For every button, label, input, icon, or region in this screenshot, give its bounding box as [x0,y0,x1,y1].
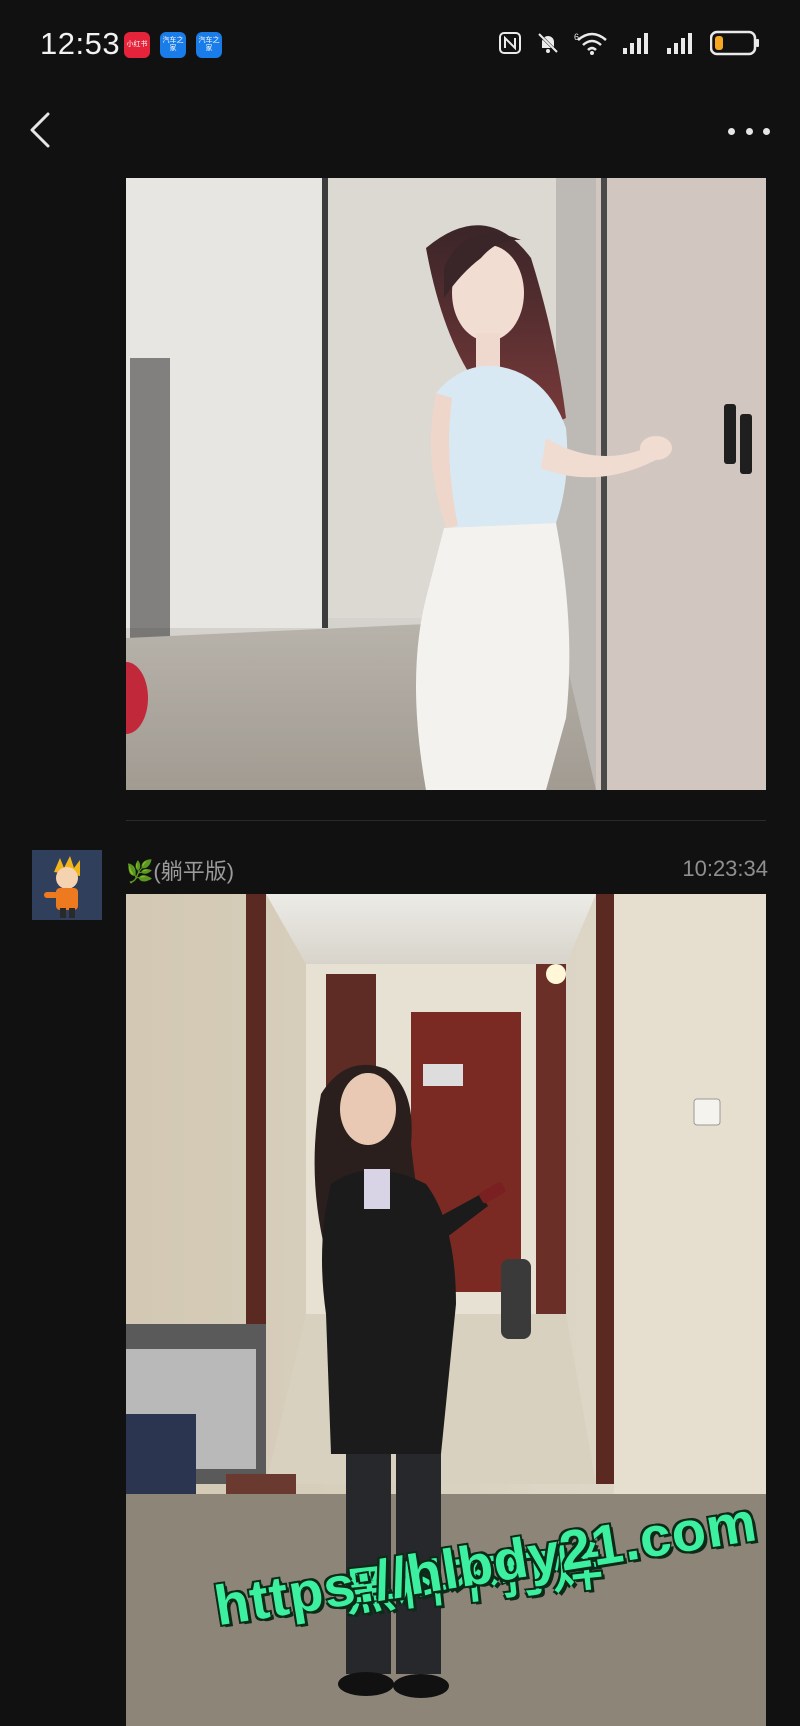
xiaohongshu-app-icon: 小红书 [124,32,150,58]
avatar[interactable] [32,850,102,920]
more-dot [745,127,753,135]
mute-bell-icon [536,31,560,55]
status-bar: 12:53 小红书 汽车之家 汽车之家 6 [0,0,800,92]
photo-image [126,178,766,790]
signal-icon [666,31,696,55]
app-badge-label: 汽车之家 [198,37,220,52]
cartoon-avatar-icon [32,850,102,920]
signal-icon [622,31,652,55]
back-button[interactable] [24,110,60,150]
svg-text:6: 6 [574,32,579,42]
app-badge-label: 汽车之家 [162,37,184,52]
status-icons: 6 [498,30,760,56]
app-badge-label: 小红书 [126,41,148,48]
nfc-icon [498,31,522,55]
message-divider [126,820,766,821]
chevron-left-icon [30,112,50,148]
more-horizontal-icon [728,127,735,135]
more-options-button[interactable] [728,116,770,146]
sender-name: 🌿(躺平版) [126,859,235,884]
chat-image-1[interactable] [126,178,766,790]
battery-low-icon [710,30,760,56]
car-app-icon: 汽车之家 [160,32,186,58]
status-time: 12:53 [40,26,121,61]
more-dot [763,127,770,135]
message-timestamp: 10:23:34 [682,856,768,881]
wifi-6-icon: 6 [574,30,608,56]
car-app-icon: 汽车之家 [196,32,222,58]
